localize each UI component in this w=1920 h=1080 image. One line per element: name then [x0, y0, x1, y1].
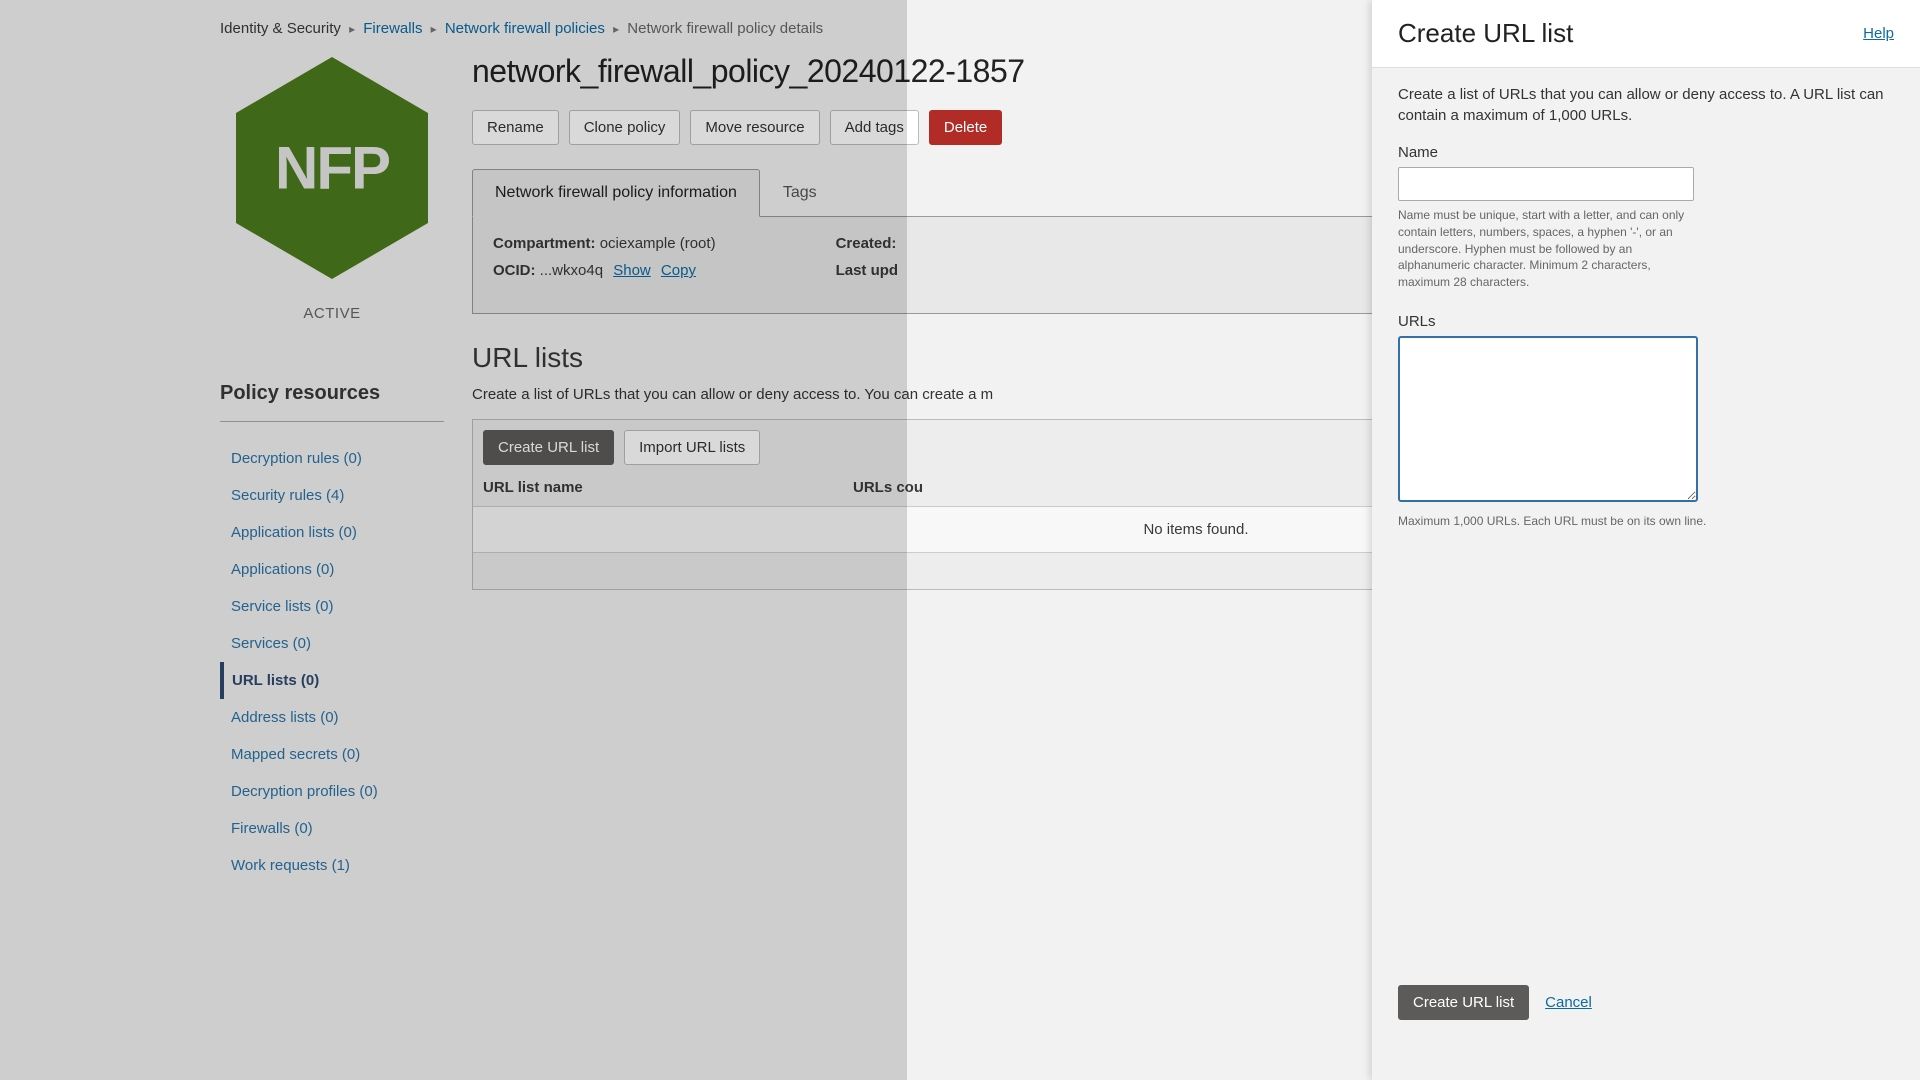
compartment-value: ociexample (root) [600, 235, 716, 252]
compartment-label: Compartment: [493, 235, 596, 252]
create-url-list-button[interactable]: Create URL list [483, 430, 614, 465]
resource-icon-label: NFP [275, 134, 389, 203]
created-label: Created: [836, 235, 897, 252]
chevron-right-icon: ▸ [613, 22, 619, 36]
breadcrumb-root: Identity & Security [220, 20, 341, 37]
sidebar-item-services[interactable]: Services (0) [220, 625, 444, 662]
sidebar-item-service-lists[interactable]: Service lists (0) [220, 588, 444, 625]
breadcrumb-firewalls[interactable]: Firewalls [363, 20, 422, 37]
th-url-list-name: URL list name [483, 479, 853, 496]
urls-textarea[interactable] [1398, 336, 1698, 502]
panel-desc: Create a list of URLs that you can allow… [1398, 84, 1894, 126]
sidebar-item-application-lists[interactable]: Application lists (0) [220, 514, 444, 551]
chevron-right-icon: ▸ [349, 22, 355, 36]
chevron-right-icon: ▸ [431, 22, 437, 36]
status-badge: ACTIVE [303, 305, 360, 322]
urls-hint: Maximum 1,000 URLs. Each URL must be on … [1398, 513, 1894, 530]
updated-label: Last upd [836, 262, 899, 279]
ocid-value: ...wkxo4q [540, 262, 603, 279]
delete-button[interactable]: Delete [929, 110, 1002, 145]
name-hint: Name must be unique, start with a letter… [1398, 207, 1698, 291]
sidebar-item-security-rules[interactable]: Security rules (4) [220, 477, 444, 514]
sidebar-item-decryption-profiles[interactable]: Decryption profiles (0) [220, 773, 444, 810]
sidebar-item-applications[interactable]: Applications (0) [220, 551, 444, 588]
tab-info[interactable]: Network firewall policy information [472, 169, 760, 217]
sidebar-item-firewalls[interactable]: Firewalls (0) [220, 810, 444, 847]
sidebar-item-decryption-rules[interactable]: Decryption rules (0) [220, 440, 444, 477]
urls-label: URLs [1398, 313, 1894, 330]
submit-create-url-list-button[interactable]: Create URL list [1398, 985, 1529, 1020]
create-url-list-panel: Create URL list Help Create a list of UR… [1372, 0, 1920, 1080]
import-url-lists-button[interactable]: Import URL lists [624, 430, 760, 465]
tab-tags[interactable]: Tags [760, 169, 840, 216]
clone-policy-button[interactable]: Clone policy [569, 110, 681, 145]
sidebar-item-url-lists[interactable]: URL lists (0) [220, 662, 444, 699]
panel-title: Create URL list [1398, 18, 1573, 49]
ocid-show-link[interactable]: Show [613, 262, 651, 279]
help-link[interactable]: Help [1863, 25, 1894, 42]
move-resource-button[interactable]: Move resource [690, 110, 819, 145]
policy-resources-list: Decryption rules (0) Security rules (4) … [220, 440, 444, 884]
rename-button[interactable]: Rename [472, 110, 559, 145]
ocid-label: OCID: [493, 262, 536, 279]
resource-icon: NFP [232, 53, 432, 283]
name-label: Name [1398, 144, 1894, 161]
breadcrumb-current: Network firewall policy details [627, 20, 823, 37]
sidebar-item-work-requests[interactable]: Work requests (1) [220, 847, 444, 884]
sidebar-item-mapped-secrets[interactable]: Mapped secrets (0) [220, 736, 444, 773]
add-tags-button[interactable]: Add tags [830, 110, 919, 145]
sidebar-item-address-lists[interactable]: Address lists (0) [220, 699, 444, 736]
name-input[interactable] [1398, 167, 1694, 201]
policy-resources-heading: Policy resources [220, 382, 444, 422]
ocid-copy-link[interactable]: Copy [661, 262, 696, 279]
cancel-link[interactable]: Cancel [1545, 994, 1592, 1011]
breadcrumb-policies[interactable]: Network firewall policies [445, 20, 605, 37]
